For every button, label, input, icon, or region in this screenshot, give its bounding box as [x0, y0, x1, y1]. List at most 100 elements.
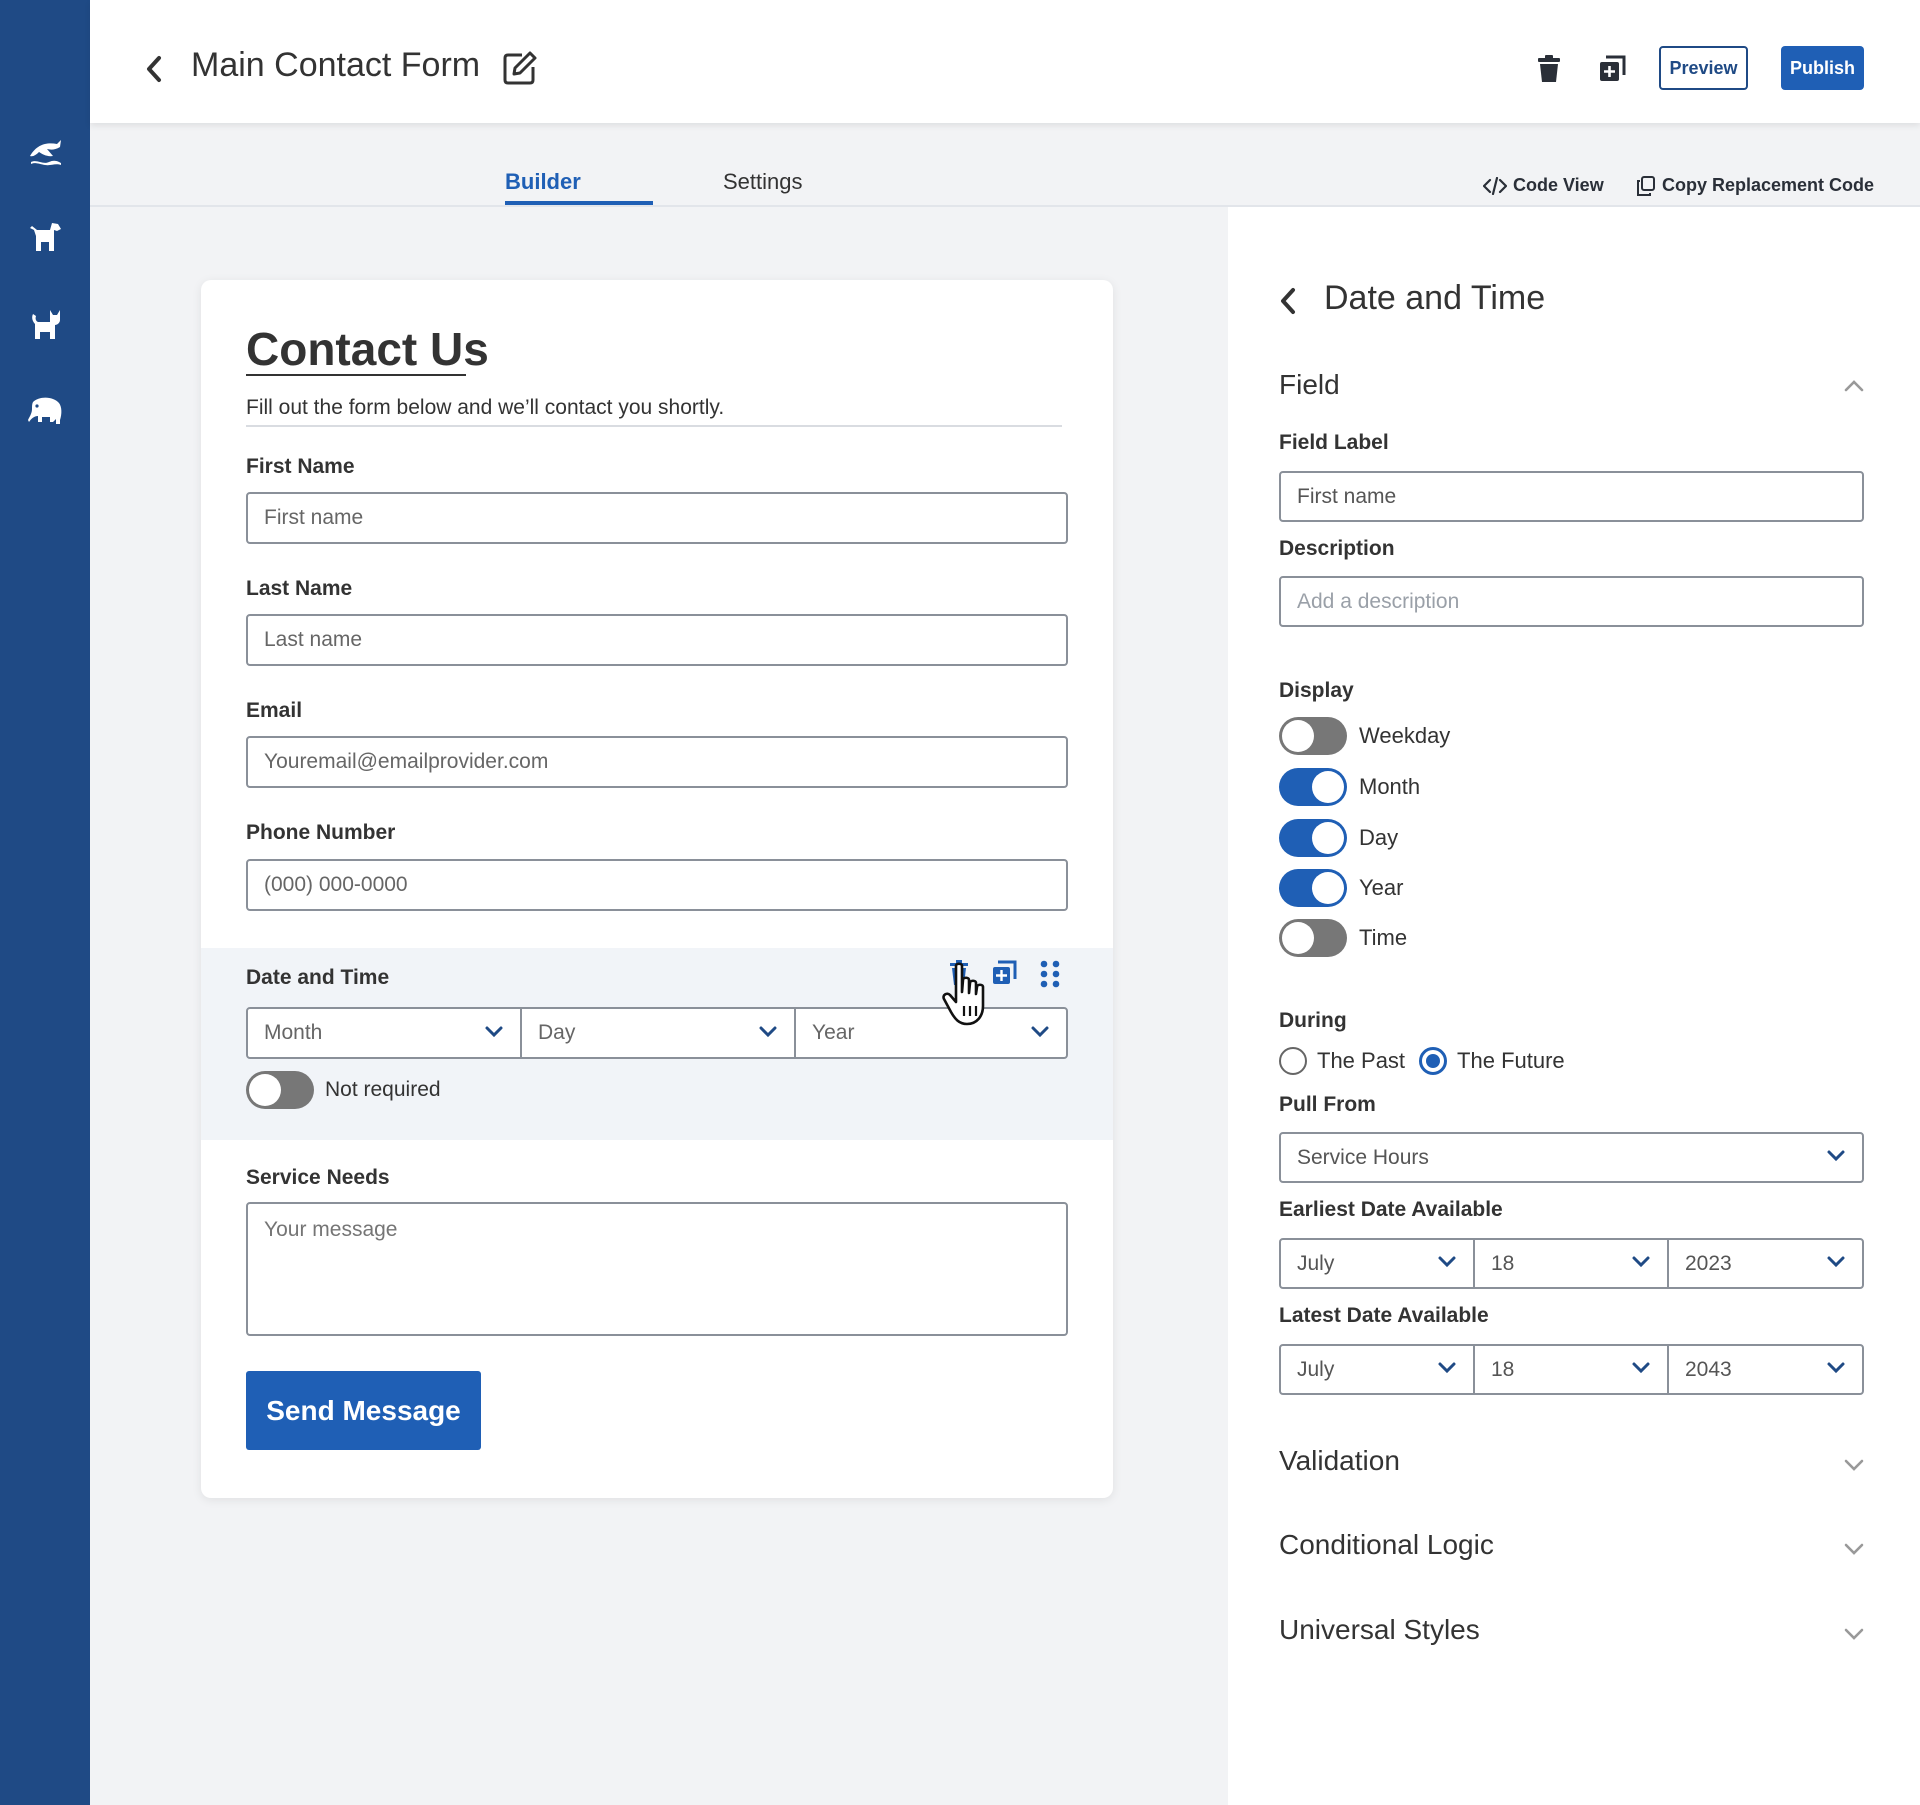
- preview-button[interactable]: Preview: [1659, 46, 1748, 90]
- time-toggle[interactable]: [1279, 919, 1347, 957]
- chevron-down-icon[interactable]: [1843, 1458, 1865, 1472]
- year-select[interactable]: Year: [794, 1007, 1068, 1059]
- drag-handle-icon[interactable]: [1039, 960, 1061, 988]
- first-name-label: First Name: [246, 455, 355, 478]
- display-year-row: Year: [1279, 869, 1403, 907]
- first-name-input[interactable]: [246, 492, 1068, 544]
- last-name-input[interactable]: [246, 614, 1068, 666]
- code-view-link[interactable]: Code View: [1483, 175, 1604, 196]
- code-icon: [1483, 176, 1507, 195]
- chevron-down-icon: [1632, 1256, 1650, 1268]
- earliest-year-select[interactable]: 2023: [1667, 1238, 1864, 1289]
- description-input[interactable]: [1279, 576, 1864, 627]
- field-label-label: Field Label: [1279, 431, 1389, 454]
- dog-icon[interactable]: [27, 219, 63, 255]
- chevron-down-icon: [1438, 1362, 1456, 1374]
- back-chevron-icon[interactable]: [142, 50, 164, 88]
- radio-the-future[interactable]: [1419, 1047, 1448, 1075]
- year-label: Year: [1359, 875, 1404, 900]
- chevron-down-icon[interactable]: [1843, 1542, 1865, 1556]
- day-select-value: Day: [538, 1021, 576, 1044]
- month-label: Month: [1359, 774, 1421, 799]
- properties-panel: Date and Time Field Field Label Descript…: [1228, 207, 1920, 1805]
- latest-year-select[interactable]: 2043: [1667, 1344, 1864, 1395]
- latest-month-value: July: [1297, 1357, 1335, 1381]
- latest-year-value: 2043: [1685, 1357, 1732, 1381]
- earliest-day-value: 18: [1491, 1251, 1515, 1275]
- trash-icon[interactable]: [1537, 55, 1561, 88]
- latest-month-select[interactable]: July: [1279, 1344, 1475, 1395]
- display-weekday-row: Weekday: [1279, 717, 1450, 755]
- day-select[interactable]: Day: [520, 1007, 796, 1059]
- month-select-value: Month: [264, 1021, 323, 1044]
- display-day-row: Day: [1279, 819, 1398, 857]
- year-select-value: Year: [812, 1021, 855, 1044]
- tab-settings[interactable]: Settings: [723, 169, 803, 195]
- latest-day-value: 18: [1491, 1357, 1515, 1381]
- send-message-button[interactable]: Send Message: [246, 1371, 481, 1450]
- earliest-day-select[interactable]: 18: [1473, 1238, 1669, 1289]
- pull-from-value: Service Hours: [1297, 1145, 1429, 1169]
- radio-the-past[interactable]: [1279, 1047, 1307, 1075]
- earliest-month-select[interactable]: July: [1279, 1238, 1475, 1289]
- required-label: Not required: [325, 1078, 441, 1101]
- sidebar: [0, 0, 90, 1805]
- edit-pencil-icon[interactable]: [502, 50, 538, 86]
- chevron-up-icon[interactable]: [1843, 379, 1865, 393]
- code-view-label: Code View: [1513, 175, 1604, 195]
- required-toggle[interactable]: [246, 1071, 314, 1109]
- chevron-down-icon: [1827, 1256, 1845, 1268]
- latest-day-select[interactable]: 18: [1473, 1344, 1669, 1395]
- day-label: Day: [1359, 825, 1399, 850]
- dolphin-icon[interactable]: [27, 132, 63, 168]
- panel-back-chevron-icon[interactable]: [1278, 285, 1298, 322]
- pull-from-select[interactable]: Service Hours: [1279, 1132, 1864, 1183]
- active-tab-indicator: [505, 201, 653, 205]
- earliest-month-value: July: [1297, 1251, 1335, 1275]
- day-toggle[interactable]: [1279, 819, 1347, 857]
- weekday-toggle[interactable]: [1279, 717, 1347, 755]
- duplicate-icon[interactable]: [1598, 55, 1626, 88]
- display-month-row: Month: [1279, 768, 1420, 806]
- service-needs-textarea[interactable]: [246, 1202, 1068, 1336]
- elephant-icon[interactable]: [27, 393, 63, 429]
- the-past-label: The Past: [1317, 1048, 1406, 1073]
- publish-button[interactable]: Publish: [1781, 46, 1864, 90]
- section-validation-header[interactable]: Validation: [1279, 1445, 1400, 1477]
- tab-builder[interactable]: Builder: [505, 169, 581, 195]
- time-label: Time: [1359, 925, 1408, 950]
- chevron-down-icon: [1827, 1362, 1845, 1374]
- phone-input[interactable]: [246, 859, 1068, 911]
- service-needs-label: Service Needs: [246, 1166, 390, 1189]
- form-heading: Contact Us: [246, 323, 489, 375]
- subtitle-divider: [246, 425, 1062, 427]
- chevron-down-icon: [759, 1026, 777, 1038]
- copy-icon: [1637, 175, 1655, 196]
- hand-cursor-icon: [942, 962, 985, 1026]
- copy-replacement-code-link[interactable]: Copy Replacement Code: [1636, 175, 1874, 196]
- form-title: Main Contact Form: [191, 46, 481, 84]
- section-conditional-logic-header[interactable]: Conditional Logic: [1279, 1529, 1494, 1561]
- during-radio-group: The Past The Future: [1279, 1047, 1565, 1075]
- chevron-down-icon: [1827, 1150, 1845, 1162]
- copy-code-label: Copy Replacement Code: [1662, 175, 1875, 195]
- chevron-down-icon[interactable]: [1843, 1627, 1865, 1641]
- cat-icon[interactable]: [27, 307, 63, 343]
- month-select[interactable]: Month: [246, 1007, 522, 1059]
- display-label: Display: [1279, 679, 1354, 702]
- earliest-date-label: Earliest Date Available: [1279, 1198, 1503, 1221]
- section-field-header[interactable]: Field: [1279, 369, 1340, 401]
- field-label-input[interactable]: [1279, 471, 1864, 522]
- last-name-label: Last Name: [246, 577, 353, 600]
- form-card: Contact Us Fill out the form below and w…: [201, 280, 1113, 1498]
- section-universal-styles-header[interactable]: Universal Styles: [1279, 1614, 1480, 1646]
- latest-date-label: Latest Date Available: [1279, 1304, 1489, 1327]
- phone-label: Phone Number: [246, 821, 396, 844]
- top-header: Main Contact Form Preview Publish: [90, 0, 1920, 123]
- chevron-down-icon: [1632, 1362, 1650, 1374]
- description-label: Description: [1279, 537, 1395, 560]
- email-label: Email: [246, 699, 303, 722]
- email-input[interactable]: [246, 736, 1068, 788]
- month-toggle[interactable]: [1279, 768, 1347, 806]
- year-toggle[interactable]: [1279, 869, 1347, 907]
